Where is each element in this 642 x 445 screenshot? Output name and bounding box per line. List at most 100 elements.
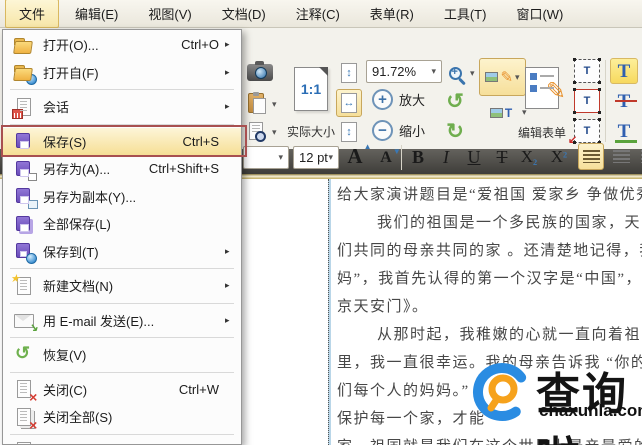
menubar-item[interactable]: 工具(T) — [430, 0, 501, 28]
menu-item-save-all[interactable]: 全部保存(L) ▸ — [3, 210, 241, 238]
search-caret-icon[interactable]: ▾ — [272, 128, 277, 137]
submenu-arrow-icon: ▸ — [225, 39, 230, 50]
fit-width-button[interactable]: ↔ — [336, 89, 362, 117]
floppy-edit-icon — [14, 160, 37, 181]
italic-button[interactable]: I — [434, 144, 458, 170]
menu-item-label: 打开自(F) — [43, 65, 99, 81]
underline-button[interactable]: U — [462, 144, 486, 170]
image-thumbnail-icon — [485, 72, 499, 82]
actual-size-label: 实际大小 — [286, 125, 335, 139]
form-text-move-button[interactable]: T ↙ — [568, 117, 602, 146]
menu-item-open[interactable]: 打开(O)... Ctrl+O ▸ — [3, 31, 241, 59]
menubar-item[interactable]: 文件 — [5, 0, 60, 28]
menubar-item[interactable]: 文档(D) — [208, 0, 280, 28]
font-size-value: 12 pt — [299, 150, 328, 165]
marquee-zoom-button[interactable] — [442, 60, 468, 86]
document-search-icon — [249, 122, 266, 142]
paste-caret-icon[interactable]: ▾ — [272, 100, 277, 109]
rotate-left-button[interactable]: ↺ — [442, 88, 468, 114]
menu-item-close[interactable]: 关闭(C) Ctrl+W ▸ — [3, 376, 241, 404]
clipboard-icon — [248, 92, 266, 114]
floppy-icon — [14, 132, 34, 150]
align-center-button[interactable] — [608, 143, 634, 170]
fit-page-icon: ↕ — [341, 63, 357, 83]
actual-size-button[interactable]: 1:1 — [288, 59, 334, 119]
subscript-button[interactable]: X2 — [516, 144, 542, 170]
submenu-arrow-icon: ▸ — [225, 66, 230, 77]
menu-item-close-all[interactable]: 关闭全部(S) ▸ — [3, 403, 241, 431]
fit-page-button[interactable]: ↕ — [336, 59, 362, 87]
document-line: 我们的祖国是一个多民族的国家，天山、昆仑 — [377, 215, 642, 231]
zoom-out-icon: − — [372, 120, 393, 141]
bold-button[interactable]: B — [406, 144, 430, 170]
text-strikeout-tool-button[interactable]: T — [610, 88, 638, 114]
zoom-level-select[interactable]: 91.72% ▾ — [366, 60, 442, 83]
floppy-globe-icon — [14, 242, 37, 265]
zoom-in-button[interactable]: + 放大 — [372, 89, 425, 110]
align-left-icon — [582, 150, 600, 163]
menubar-item[interactable]: 视图(V) — [134, 0, 205, 28]
superscript-button[interactable]: X2 — [546, 144, 572, 170]
text-highlight-tool-button[interactable]: T — [610, 58, 638, 84]
menu-item-save[interactable]: 保存(S) Ctrl+S ▸ — [3, 127, 241, 155]
menubar-item[interactable]: 注释(C) — [282, 0, 354, 28]
increase-font-icon: A ▲ — [347, 141, 372, 168]
menu-item-label: 关闭全部(S) — [43, 410, 113, 426]
add-image-icon — [489, 108, 503, 118]
font-family-select[interactable]: ▾ — [243, 146, 289, 169]
menubar-item-label: 窗口(W) — [516, 7, 564, 22]
document-line: 从那时起，我稚嫩的心就一直向着祖国，就 — [377, 327, 642, 343]
rotate-right-button[interactable]: ↻ — [442, 118, 468, 144]
menu-item-new-document[interactable]: 新建文档(N) ▸ — [3, 272, 241, 300]
align-left-button[interactable] — [578, 143, 604, 170]
text-field-icon: T — [573, 88, 601, 114]
floppy-stack-icon — [14, 215, 34, 233]
menu-item-label: 会话 — [43, 100, 70, 116]
snapshot-button[interactable] — [243, 61, 277, 84]
app-window: 文件 编辑(E) 视图(V) 文档(D) 注释(C) 表单(R) 工具(T) 窗… — [0, 0, 642, 445]
zoom-in-icon: + — [372, 89, 393, 110]
menu-item-email-send[interactable]: 用 E-mail 发送(E)... ▸ — [3, 307, 241, 335]
strikethrough-button[interactable]: T — [490, 144, 514, 170]
form-pencil-icon: ✎ — [545, 78, 566, 105]
search-document-button[interactable] — [243, 119, 269, 143]
edit-form-button[interactable]: ✎ — [514, 58, 570, 118]
menu-separator — [10, 123, 234, 125]
menubar-item-label: 注释(C) — [295, 7, 340, 22]
increase-font-button[interactable]: A ▲ — [342, 141, 372, 170]
submenu-arrow-icon: ▸ — [225, 245, 230, 256]
zoom-out-button[interactable]: − 缩小 — [372, 120, 425, 141]
font-size-caret-icon: ▾ — [328, 152, 333, 162]
doc-close-icon — [14, 380, 34, 399]
menu-item-save-to[interactable]: 保存到(T) ▸ — [3, 238, 241, 266]
text-underline-tool-button[interactable]: T — [610, 118, 638, 144]
menu-item-revert[interactable]: 恢复(V) ▸ — [3, 341, 241, 369]
form-text-field-button[interactable]: T — [572, 87, 602, 115]
underline-icon: U — [467, 146, 481, 167]
strikethrough-icon: T — [496, 146, 508, 167]
menu-separator — [10, 433, 234, 435]
menubar-item[interactable]: 编辑(E) — [61, 0, 132, 28]
menu-item-open-from[interactable]: 打开自(F) ▸ — [3, 59, 241, 87]
align-right-button[interactable] — [636, 143, 642, 170]
menu-item-session[interactable]: 会话 ▸ — [3, 93, 241, 121]
watermark-domain: chaxunla.com — [539, 401, 642, 420]
decrease-font-button[interactable]: A ▼ — [374, 145, 401, 170]
zoom-out-label: 缩小 — [399, 124, 426, 139]
docs-close-icon — [14, 407, 34, 426]
folder-globe-icon — [14, 63, 37, 86]
menu-item-partial-item[interactable]: ▸ — [3, 438, 241, 444]
menu-item-save-as-copy[interactable]: 另存为副本(Y)... ▸ — [3, 183, 241, 211]
marquee-zoom-caret-icon[interactable]: ▾ — [470, 69, 475, 78]
superscript-icon: X2 — [550, 147, 568, 166]
decrease-font-icon: A ▼ — [380, 146, 401, 166]
paste-button[interactable] — [243, 90, 269, 116]
menubar-item[interactable]: 表单(R) — [356, 0, 428, 28]
menu-separator — [10, 302, 234, 304]
menu-item-label: 保存到(T) — [43, 244, 99, 260]
form-text-field-grid-button[interactable]: T — [572, 57, 602, 85]
font-size-select[interactable]: 12 pt ▾ — [293, 146, 339, 169]
menubar-item[interactable]: 窗口(W) — [502, 0, 577, 28]
menu-item-save-as[interactable]: 另存为(A)... Ctrl+Shift+S ▸ — [3, 155, 241, 183]
bold-icon: B — [411, 146, 424, 167]
